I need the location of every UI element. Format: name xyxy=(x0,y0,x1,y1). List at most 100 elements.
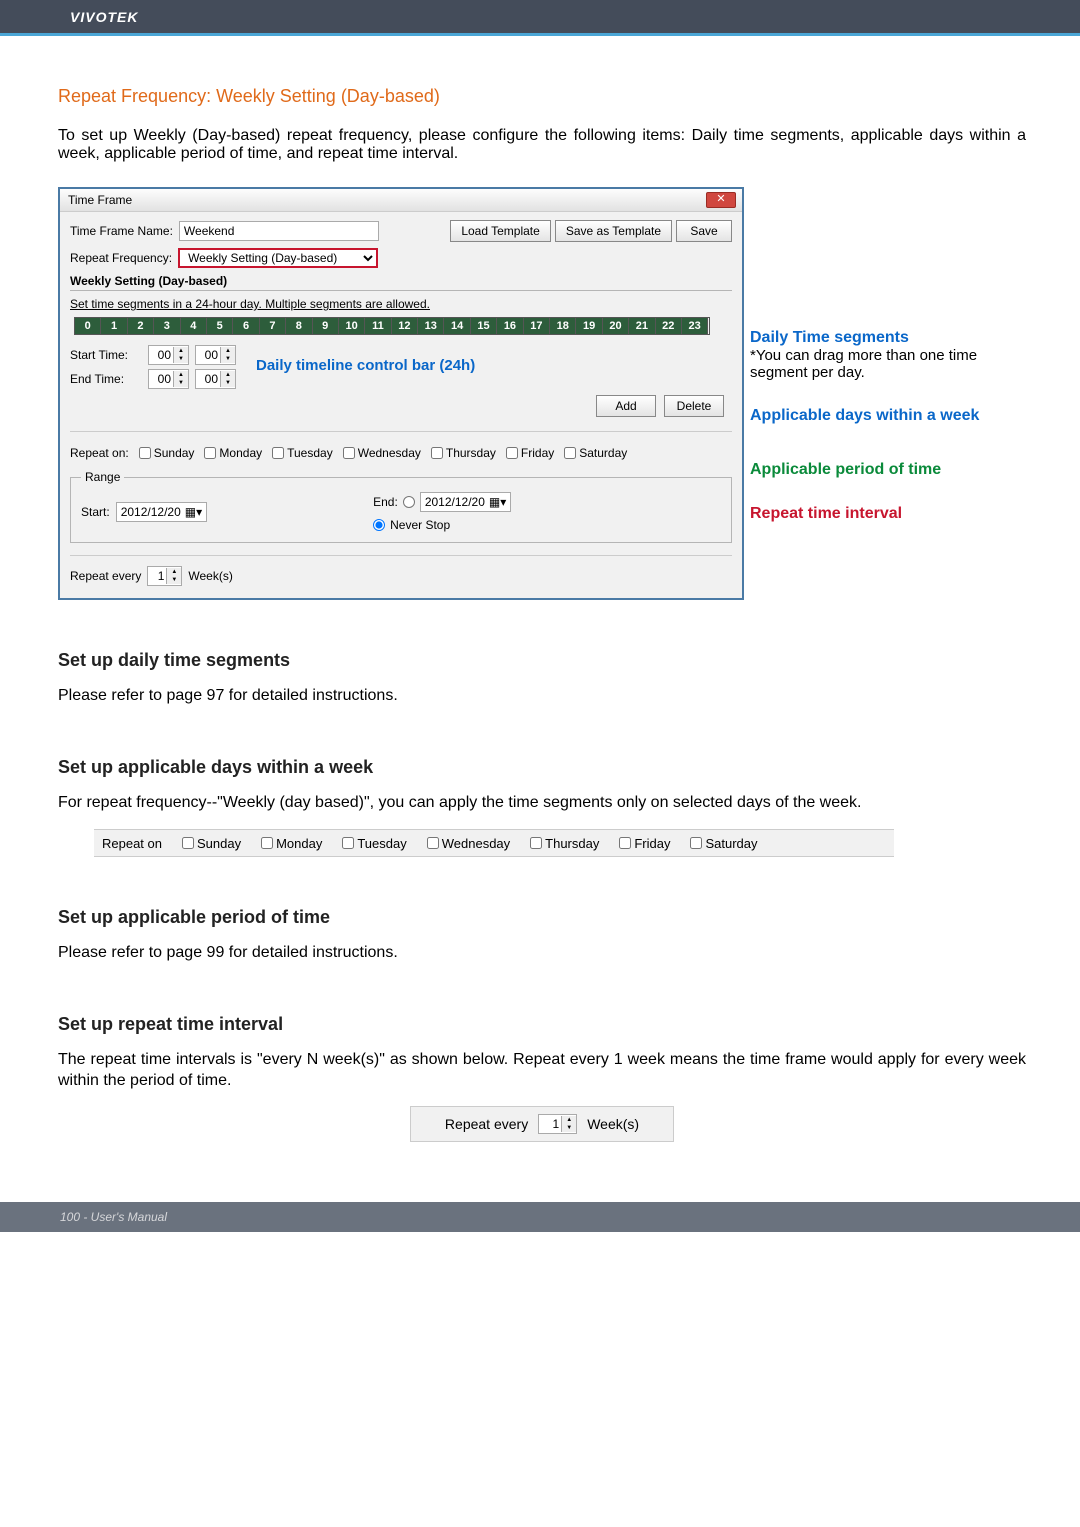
range-end-radio[interactable]: End: 2012/12/20 ▦▾ xyxy=(373,492,511,512)
end-minute-spinner[interactable]: ▲▼ xyxy=(195,369,236,389)
hour-cell[interactable]: 18 xyxy=(550,318,576,334)
dialog-title-text: Time Frame xyxy=(68,193,132,207)
range-legend: Range xyxy=(81,470,124,484)
repeat-every-label: Repeat every xyxy=(70,569,141,583)
strip-day-checkbox[interactable]: Saturday xyxy=(690,836,757,851)
day-checkbox[interactable]: Saturday xyxy=(564,446,627,460)
sec3-title: Set up applicable period of time xyxy=(58,907,1026,928)
save-button[interactable]: Save xyxy=(676,220,732,242)
hour-cell[interactable]: 23 xyxy=(682,318,708,334)
sec4-title: Set up repeat time interval xyxy=(58,1014,1026,1035)
hour-cell[interactable]: 0 xyxy=(75,318,101,334)
end-hour-spinner[interactable]: ▲▼ xyxy=(148,369,189,389)
repeat-frequency-select[interactable]: Weekly Setting (Day-based) xyxy=(178,248,378,268)
save-as-template-button[interactable]: Save as Template xyxy=(555,220,672,242)
intro-text: To set up Weekly (Day-based) repeat freq… xyxy=(58,127,1026,163)
hour-cell[interactable]: 6 xyxy=(233,318,259,334)
strip-day-checkbox[interactable]: Thursday xyxy=(530,836,599,851)
dialog-titlebar: Time Frame ✕ xyxy=(60,189,742,212)
hour-cell[interactable]: 7 xyxy=(260,318,286,334)
sec2-title: Set up applicable days within a week xyxy=(58,757,1026,778)
day-checkbox[interactable]: Monday xyxy=(204,446,262,460)
repeat-on-strip-label: Repeat on xyxy=(102,836,162,851)
sec4-body: The repeat time intervals is "every N we… xyxy=(58,1049,1026,1092)
hour-cell[interactable]: 21 xyxy=(629,318,655,334)
never-stop-radio[interactable]: Never Stop xyxy=(373,518,511,532)
strip-day-checkbox[interactable]: Sunday xyxy=(182,836,241,851)
strip-day-checkbox[interactable]: Wednesday xyxy=(427,836,510,851)
load-template-button[interactable]: Load Template xyxy=(450,220,551,242)
hour-cell[interactable]: 13 xyxy=(418,318,444,334)
strip-day-checkbox[interactable]: Tuesday xyxy=(342,836,406,851)
brand-text: VIVOTEK xyxy=(70,9,138,25)
hour-cell[interactable]: 1 xyxy=(101,318,127,334)
hour-cell[interactable]: 3 xyxy=(154,318,180,334)
close-button[interactable]: ✕ xyxy=(706,192,736,208)
sec1-body: Please refer to page 97 for detailed ins… xyxy=(58,685,1026,707)
annotations-column: Daily Time segments *You can drag more t… xyxy=(750,187,1026,549)
range-start-date[interactable]: 2012/12/20 ▦▾ xyxy=(116,502,207,522)
delete-button[interactable]: Delete xyxy=(664,395,724,417)
hour-cell[interactable]: 8 xyxy=(286,318,312,334)
annotation-applicable-days: Applicable days within a week xyxy=(750,407,1026,425)
hour-cell[interactable]: 10 xyxy=(339,318,365,334)
strip-day-checkbox[interactable]: Monday xyxy=(261,836,322,851)
day-checkbox[interactable]: Friday xyxy=(506,446,554,460)
start-hour-spinner[interactable]: ▲▼ xyxy=(148,345,189,365)
day-checkbox[interactable]: Tuesday xyxy=(272,446,333,460)
repeat-frequency-label: Repeat Frequency: xyxy=(70,251,172,265)
repeat-every-strip-unit: Week(s) xyxy=(587,1116,639,1132)
page-footer: 100 - User's Manual xyxy=(0,1202,1080,1232)
weekly-setting-title: Weekly Setting (Day-based) xyxy=(70,274,732,288)
annotation-applicable-period: Applicable period of time xyxy=(750,461,1026,479)
page-content: Repeat Frequency: Weekly Setting (Day-ba… xyxy=(0,36,1080,1142)
sec2-body: For repeat frequency--"Weekly (day based… xyxy=(58,792,1026,814)
repeat-every-row: Repeat every ▲▼ Week(s) xyxy=(70,555,732,586)
hour-cell[interactable]: 4 xyxy=(181,318,207,334)
day-checkbox[interactable]: Sunday xyxy=(139,446,195,460)
repeat-every-strip-spinner[interactable]: ▲▼ xyxy=(538,1114,577,1134)
repeat-on-row: Repeat on: Sunday Monday Tuesday Wednesd… xyxy=(70,431,732,460)
frame-name-label: Time Frame Name: xyxy=(70,224,173,238)
section-title: Repeat Frequency: Weekly Setting (Day-ba… xyxy=(58,86,1026,107)
repeat-every-strip: Repeat every ▲▼ Week(s) xyxy=(410,1106,674,1142)
timeline-callout-label: Daily timeline control bar (24h) xyxy=(256,357,475,374)
day-checkbox[interactable]: Thursday xyxy=(431,446,496,460)
daily-timeline[interactable]: 0 1 2 3 4 5 6 7 8 9 10 11 12 13 xyxy=(74,317,710,335)
hour-cell[interactable]: 11 xyxy=(365,318,391,334)
hour-cell[interactable]: 22 xyxy=(656,318,682,334)
hour-cell[interactable]: 17 xyxy=(524,318,550,334)
hour-cell[interactable]: 9 xyxy=(313,318,339,334)
calendar-icon: ▦▾ xyxy=(185,505,202,519)
frame-name-input[interactable] xyxy=(179,221,379,241)
add-button[interactable]: Add xyxy=(596,395,656,417)
strip-day-checkbox[interactable]: Friday xyxy=(619,836,670,851)
hour-cell[interactable]: 2 xyxy=(128,318,154,334)
annotation-repeat-interval: Repeat time interval xyxy=(750,505,1026,523)
repeat-every-unit: Week(s) xyxy=(188,569,232,583)
hour-cell[interactable]: 20 xyxy=(603,318,629,334)
page-header: VIVOTEK xyxy=(0,0,1080,36)
repeat-every-strip-label: Repeat every xyxy=(445,1116,528,1132)
hour-cell[interactable]: 12 xyxy=(392,318,418,334)
footer-text: 100 - User's Manual xyxy=(60,1210,167,1224)
hour-cell[interactable]: 15 xyxy=(471,318,497,334)
end-time-label: End Time: xyxy=(70,372,136,386)
start-minute-spinner[interactable]: ▲▼ xyxy=(195,345,236,365)
hour-cell[interactable]: 16 xyxy=(497,318,523,334)
repeat-every-spinner[interactable]: ▲▼ xyxy=(147,566,182,586)
range-end-date[interactable]: 2012/12/20 ▦▾ xyxy=(420,492,511,512)
repeat-on-strip: Repeat on Sunday Monday Tuesday Wednesda… xyxy=(94,829,894,857)
hour-cell[interactable]: 14 xyxy=(444,318,470,334)
hour-cell[interactable]: 5 xyxy=(207,318,233,334)
annotation-daily-note: *You can drag more than one time segment… xyxy=(750,347,1026,381)
day-checkbox[interactable]: Wednesday xyxy=(343,446,421,460)
range-start-label: Start: xyxy=(81,505,110,519)
annotation-daily-title: Daily Time segments xyxy=(750,329,1026,347)
hour-cell[interactable]: 19 xyxy=(576,318,602,334)
time-frame-dialog: Time Frame ✕ Time Frame Name: Load Templ… xyxy=(58,187,744,600)
weekly-setting-group: Weekly Setting (Day-based) Set time segm… xyxy=(70,274,732,586)
sec3-body: Please refer to page 99 for detailed ins… xyxy=(58,942,1026,964)
sec1-title: Set up daily time segments xyxy=(58,650,1026,671)
start-time-label: Start Time: xyxy=(70,348,136,362)
